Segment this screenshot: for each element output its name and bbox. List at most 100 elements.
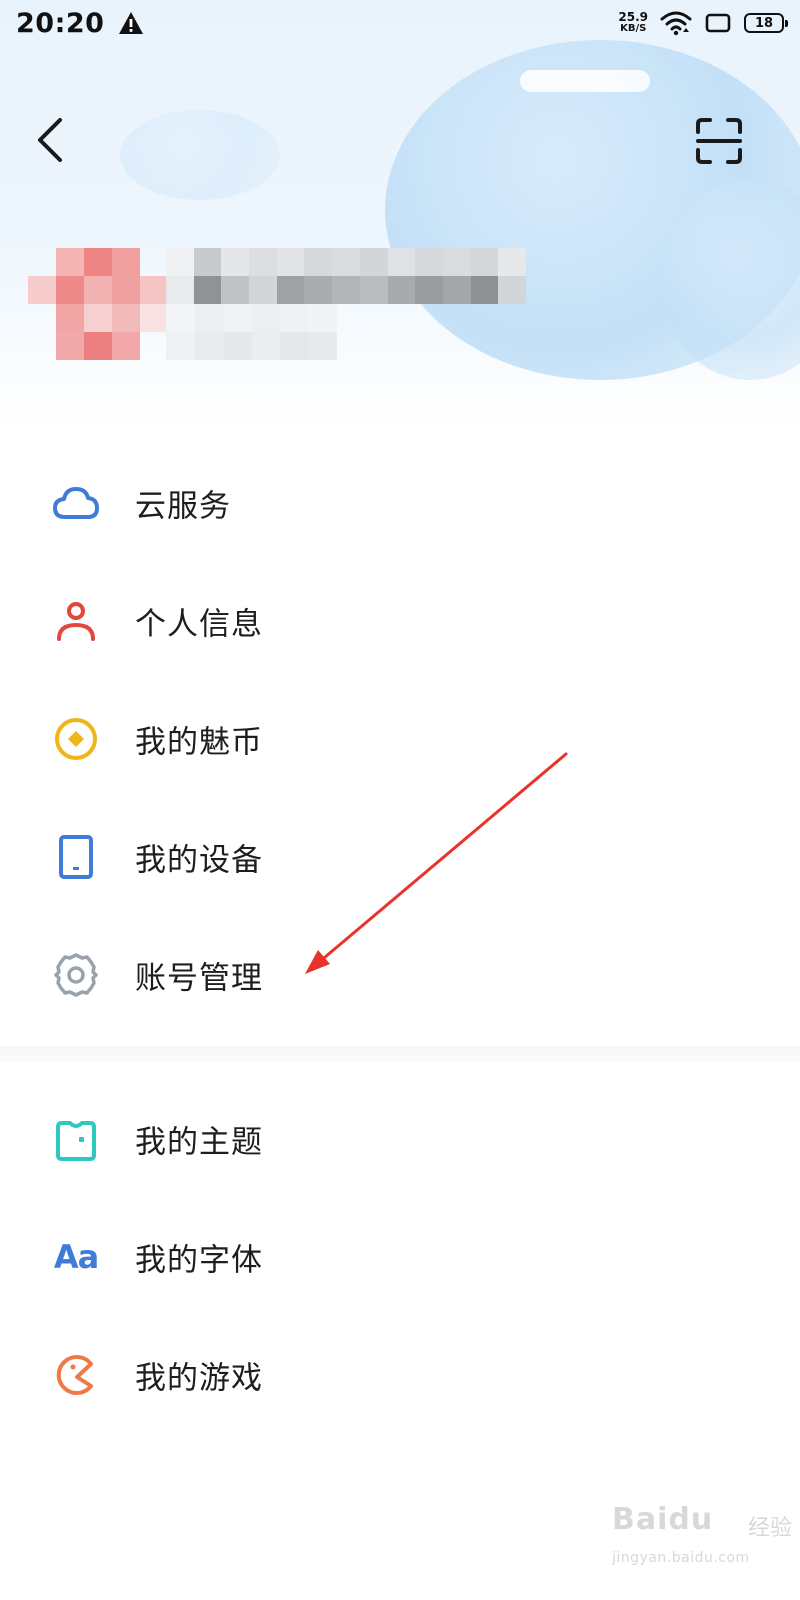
mosaic-cell (337, 332, 366, 360)
mosaic-cell (84, 332, 112, 360)
account-id-blurred (166, 304, 366, 360)
menu-label: 我的字体 (135, 1242, 263, 1279)
mosaic-cell (304, 276, 333, 304)
wifi-icon (660, 11, 692, 36)
menu-label: 我的设备 (135, 842, 263, 879)
menu-item-my-devices[interactable]: 我的设备 (0, 798, 800, 916)
chevron-left-icon (38, 118, 62, 162)
menu-label: 个人信息 (135, 606, 263, 643)
mosaic-cell (140, 248, 168, 276)
mosaic-cell (193, 248, 222, 276)
mosaic-cell (166, 332, 195, 360)
status-time: 20:20 (16, 7, 105, 39)
font-aa-glyph: Aa (53, 1238, 99, 1276)
section-divider (0, 1046, 800, 1062)
mosaic-cell (84, 276, 112, 304)
screen-rotate-icon (705, 13, 731, 33)
menu-label: 我的魅币 (135, 724, 263, 761)
watermark-sub: 经验 (748, 1516, 793, 1541)
mosaic-cell (112, 248, 140, 276)
mosaic-cell (84, 304, 112, 332)
baidu-jingyan-watermark: Baidu 经验 jingyan.baidu.com (612, 1492, 792, 1592)
menu-label: 云服务 (135, 488, 231, 525)
mosaic-cell (140, 332, 168, 360)
network-speed: 25.9 KB/S (618, 11, 648, 35)
network-speed-unit: KB/S (620, 23, 647, 34)
mosaic-cell (56, 276, 84, 304)
avatar-blurred[interactable] (28, 248, 168, 360)
mosaic-cell (112, 304, 140, 332)
mosaic-cell (359, 276, 388, 304)
mosaic-cell (276, 276, 305, 304)
gear-icon (52, 951, 100, 999)
menu-item-account-management[interactable]: 账号管理 (0, 916, 800, 1034)
decorative-shine (520, 70, 650, 92)
mosaic-cell (251, 304, 281, 332)
warning-icon (119, 12, 144, 34)
user-profile[interactable] (28, 248, 548, 360)
mosaic-cell (470, 276, 499, 304)
tablet-icon (52, 833, 100, 881)
battery-level: 18 (754, 15, 774, 31)
mosaic-cell (166, 304, 195, 332)
mosaic-cell (359, 248, 388, 276)
mosaic-cell (140, 304, 168, 332)
mosaic-cell (140, 276, 168, 304)
menu-item-my-games[interactable]: 我的游戏 (0, 1316, 800, 1434)
mosaic-cell (194, 304, 224, 332)
mosaic-cell (332, 248, 360, 276)
person-icon (52, 597, 100, 645)
mosaic-cell (249, 276, 277, 304)
scan-button[interactable] (692, 114, 746, 168)
profile-header-background (0, 0, 800, 430)
mosaic-cell (442, 276, 471, 304)
mosaic-cell (308, 304, 338, 332)
scan-qr-icon (696, 118, 742, 164)
mosaic-cell (308, 332, 338, 360)
mosaic-cell (56, 248, 84, 276)
mosaic-cell (249, 248, 277, 276)
mosaic-cell (337, 304, 366, 332)
mosaic-cell (112, 332, 140, 360)
menu-label: 我的游戏 (135, 1360, 263, 1397)
mosaic-cell (84, 248, 112, 276)
menu-label: 账号管理 (135, 960, 263, 997)
back-button[interactable] (28, 112, 76, 168)
network-speed-value: 25.9 (618, 10, 648, 24)
mosaic-cell (387, 248, 416, 276)
font-aa-icon: Aa (52, 1233, 100, 1281)
mosaic-cell (280, 304, 309, 332)
game-pacman-icon (52, 1351, 100, 1399)
mosaic-cell (223, 304, 252, 332)
mosaic-cell (498, 276, 526, 304)
watermark-url: jingyan.baidu.com (612, 1550, 750, 1566)
mosaic-cell (415, 276, 443, 304)
mosaic-cell (193, 276, 222, 304)
menu-label: 我的主题 (135, 1124, 263, 1161)
mosaic-cell (194, 332, 224, 360)
menu-item-my-fonts[interactable]: Aa 我的字体 (0, 1198, 800, 1316)
mosaic-cell (112, 276, 140, 304)
mosaic-cell (415, 248, 443, 276)
menu-item-my-themes[interactable]: 我的主题 (0, 1080, 800, 1198)
mosaic-cell (387, 276, 416, 304)
status-bar: 20:20 25.9 KB/S 18 (0, 0, 800, 46)
mosaic-cell (280, 332, 309, 360)
personalization-menu: 我的主题 Aa 我的字体 我的游戏 (0, 1080, 800, 1434)
mosaic-cell (28, 248, 56, 276)
menu-item-my-coins[interactable]: 我的魅币 (0, 680, 800, 798)
mosaic-cell (166, 276, 194, 304)
watermark-brand: Baidu (612, 1502, 714, 1537)
mosaic-cell (304, 248, 333, 276)
menu-item-personal-info[interactable]: 个人信息 (0, 562, 800, 680)
mosaic-cell (56, 332, 84, 360)
mosaic-cell (498, 248, 526, 276)
mosaic-cell (221, 248, 250, 276)
cloud-icon (52, 479, 100, 527)
mosaic-cell (28, 304, 56, 332)
account-menu: 云服务 个人信息 我的魅币 我的设备 账号管理 (0, 444, 800, 1034)
mosaic-cell (442, 248, 471, 276)
mosaic-cell (221, 276, 250, 304)
menu-item-cloud-service[interactable]: 云服务 (0, 444, 800, 562)
top-navigation (0, 100, 800, 180)
